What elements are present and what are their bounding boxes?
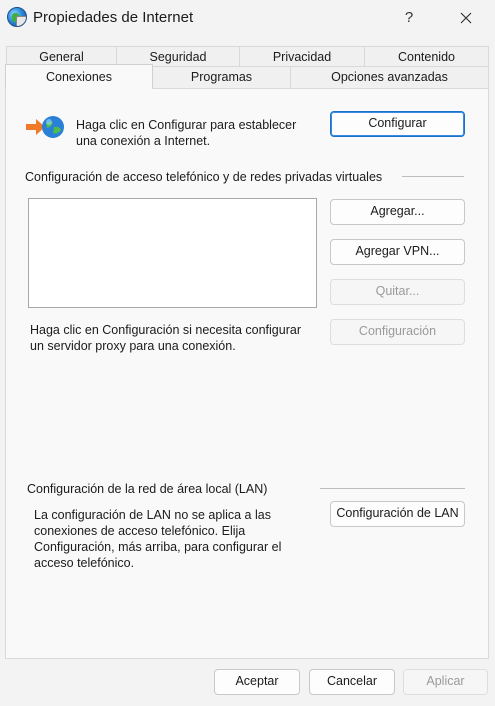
aceptar-button[interactable]: Aceptar	[214, 669, 300, 695]
network-connect-icon	[26, 116, 64, 138]
setup-text: Haga clic en Configurar para establecer …	[76, 118, 297, 148]
tab-privacidad[interactable]: Privacidad	[239, 46, 365, 68]
lan-heading: Configuración de la red de área local (L…	[27, 482, 268, 496]
configurar-button[interactable]: Configurar	[330, 111, 465, 137]
tab-conexiones[interactable]: Conexiones	[5, 64, 153, 89]
dialup-divider	[402, 176, 464, 177]
lan-settings-button[interactable]: Configuración de LAN	[330, 501, 465, 527]
close-icon	[460, 12, 472, 24]
proxy-text: Haga clic en Configuración si necesita c…	[30, 323, 301, 353]
agregar-button[interactable]: Agregar...	[330, 199, 465, 225]
connections-list[interactable]	[28, 198, 317, 308]
internet-options-globe-icon	[7, 7, 27, 27]
tab-opciones-avanzadas[interactable]: Opciones avanzadas	[290, 66, 489, 88]
quitar-button[interactable]: Quitar...	[330, 279, 465, 305]
tab-contenido[interactable]: Contenido	[364, 46, 489, 68]
window-title: Propiedades de Internet	[33, 9, 194, 26]
agregar-vpn-button[interactable]: Agregar VPN...	[330, 239, 465, 265]
cancelar-button[interactable]: Cancelar	[309, 669, 395, 695]
tab-programas[interactable]: Programas	[152, 66, 291, 88]
title-bar: Propiedades de Internet ?	[0, 0, 495, 36]
configuracion-button[interactable]: Configuración	[330, 319, 465, 345]
close-button[interactable]	[449, 3, 483, 33]
dialup-heading: Configuración de acceso telefónico y de …	[25, 170, 383, 184]
aplicar-button[interactable]: Aplicar	[403, 669, 488, 695]
lan-text: La configuración de LAN no se aplica a l…	[34, 508, 282, 570]
lan-divider	[320, 488, 465, 489]
help-button[interactable]: ?	[392, 3, 426, 33]
